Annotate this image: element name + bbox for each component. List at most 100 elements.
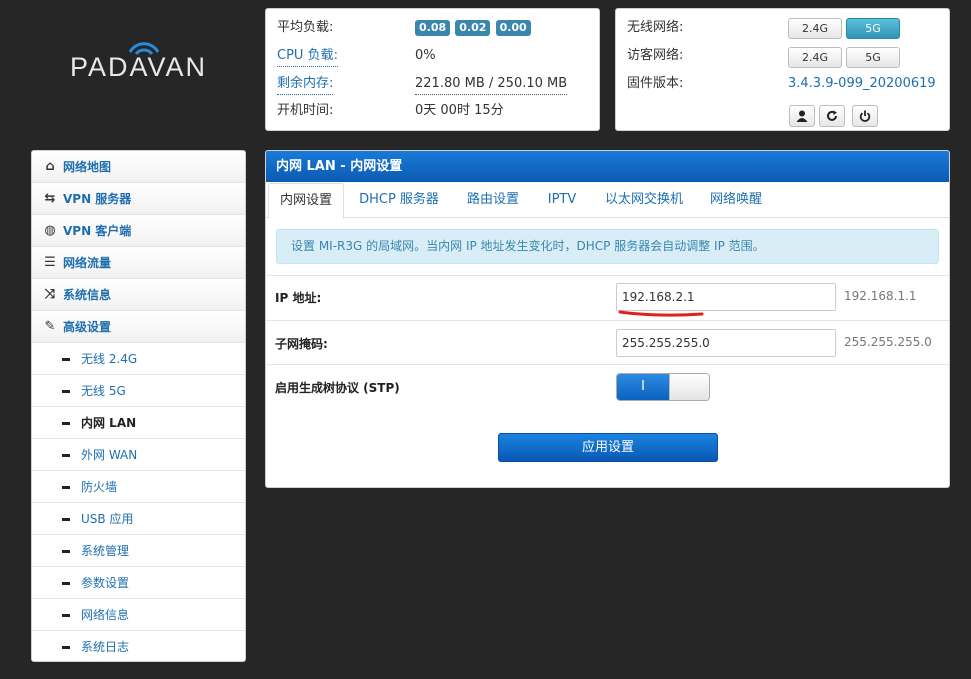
padavan-logo: PADAVAN	[68, 38, 218, 102]
cpu-row: CPU 负载: 0%	[277, 46, 597, 67]
reboot-button[interactable]	[819, 105, 845, 127]
sidebar-subitem-label: USB 应用	[81, 512, 134, 526]
ip-address-row: IP 地址: 192.168.1.1	[266, 275, 949, 320]
tab-iptv[interactable]: IPTV	[538, 183, 586, 218]
sidebar-subitem-wireless-5g[interactable]: 无线 5G	[32, 375, 245, 407]
sidebar-item-label: 高级设置	[63, 320, 112, 334]
dash-icon	[62, 358, 70, 361]
free-memory-value: 221.80 MB / 250.10 MB	[415, 74, 568, 95]
firmware-version-link[interactable]: 3.4.3.9-099_20200619	[788, 74, 936, 94]
guest-24g-button[interactable]: 2.4G	[788, 47, 842, 68]
sidebar-subitem-wireless-24g[interactable]: 无线 2.4G	[32, 343, 245, 375]
wifi-label: 无线网络:	[627, 20, 684, 35]
sidebar-subitem-lan[interactable]: 内网 LAN	[32, 407, 245, 439]
sidebar-item-advanced[interactable]: ✎ 高级设置	[32, 311, 245, 343]
tab-routing[interactable]: 路由设置	[460, 183, 526, 218]
firmware-label: 固件版本:	[627, 76, 684, 91]
user-icon	[796, 110, 808, 122]
dash-icon	[62, 454, 70, 457]
load-badge-1: 0.08	[415, 20, 451, 36]
tab-lan-settings[interactable]: 内网设置	[268, 183, 344, 219]
load-label: 平均负载:	[277, 20, 334, 35]
power-icon	[859, 110, 871, 122]
sidebar-subitem-label: 系统管理	[81, 544, 130, 558]
tab-ethernet-switch[interactable]: 以太网交换机	[598, 183, 690, 218]
stp-label: 启用生成树协议 (STP)	[275, 381, 400, 395]
cpu-load-link[interactable]: CPU 负载:	[277, 46, 338, 67]
ip-address-label: IP 地址:	[275, 291, 322, 305]
memory-row: 剩余内存: 221.80 MB / 250.10 MB	[277, 74, 597, 95]
sidebar-subitem-label: 参数设置	[81, 576, 130, 590]
sidebar-item-label: 网络流量	[63, 256, 112, 270]
uptime-value: 0天 00时 15分	[415, 103, 504, 118]
tab-wake-on-lan[interactable]: 网络唤醒	[702, 183, 770, 218]
sidebar-subitem-firewall[interactable]: 防火墙	[32, 471, 245, 503]
sidebar-subitem-parameters[interactable]: 参数设置	[32, 567, 245, 599]
sidebar-item-vpn-client[interactable]: ◍ VPN 客户端	[32, 215, 245, 247]
sidebar-subitem-label: 系统日志	[81, 640, 130, 654]
dash-icon	[62, 486, 70, 489]
sidebar-item-label: 系统信息	[63, 288, 112, 302]
wrench-icon: ✎	[44, 319, 56, 334]
uptime-label: 开机时间:	[277, 103, 334, 118]
stp-toggle-on: I	[617, 374, 669, 400]
sidebar-subitem-admin[interactable]: 系统管理	[32, 535, 245, 567]
sidebar-item-label: 网络地图	[63, 160, 112, 174]
sidebar-subitem-label: 防火墙	[81, 480, 118, 494]
wifi-5g-button[interactable]: 5G	[846, 18, 900, 39]
random-icon: ⤨	[44, 287, 56, 302]
stp-row: 启用生成树协议 (STP)	[266, 364, 949, 414]
dash-icon	[62, 422, 70, 425]
globe-icon: ◍	[44, 223, 56, 238]
home-icon: ⌂	[45, 159, 55, 174]
subnet-mask-row: 子网掩码: 255.255.255.0	[266, 320, 949, 364]
tab-dhcp-server[interactable]: DHCP 服务器	[352, 183, 446, 218]
load-values: 0.08 0.02 0.00	[415, 18, 532, 38]
ip-address-input[interactable]	[616, 283, 836, 311]
sidebar-item-label: VPN 服务器	[63, 192, 132, 206]
lan-settings-panel: 内网 LAN - 内网设置 内网设置 DHCP 服务器 路由设置 IPTV 以太…	[265, 150, 950, 488]
sidebar-item-vpn-server[interactable]: ⇆ VPN 服务器	[32, 183, 245, 215]
system-status-panel: 平均负载: 0.08 0.02 0.00 CPU 负载: 0% 剩余内存: 22…	[265, 8, 600, 131]
user-button[interactable]	[789, 105, 815, 127]
sidebar-subitem-wan[interactable]: 外网 WAN	[32, 439, 245, 471]
apply-button[interactable]: 应用设置	[498, 433, 718, 462]
load-badge-3: 0.00	[495, 20, 531, 36]
dash-icon	[62, 550, 70, 553]
refresh-icon	[827, 110, 837, 121]
red-underline-annotation	[618, 310, 704, 317]
cpu-load-value: 0%	[415, 48, 436, 63]
info-notice: 设置 MI-R3G 的局域网。当内网 IP 地址发生变化时，DHCP 服务器会自…	[276, 229, 939, 264]
subnet-mask-default: 255.255.255.0	[844, 335, 932, 349]
sidebar-subitem-label: 网络信息	[81, 608, 130, 622]
list-icon: ☰	[44, 255, 56, 270]
sidebar-item-system-info[interactable]: ⤨ 系统信息	[32, 279, 245, 311]
settings-tabs: 内网设置 DHCP 服务器 路由设置 IPTV 以太网交换机 网络唤醒	[266, 182, 949, 219]
dash-icon	[62, 390, 70, 393]
guest-label: 访客网络:	[627, 48, 684, 63]
uptime-row: 开机时间: 0天 00时 15分	[277, 101, 597, 121]
dash-icon	[62, 614, 70, 617]
retweet-icon: ⇆	[44, 191, 56, 206]
page-title: 内网 LAN - 内网设置	[266, 151, 949, 182]
subnet-mask-input[interactable]	[616, 329, 836, 357]
sidebar-menu: ⌂ 网络地图 ⇆ VPN 服务器 ◍ VPN 客户端 ☰ 网络流量 ⤨ 系统信息…	[31, 150, 246, 662]
wireless-status-panel: 无线网络: 2.4G 5G 访客网络: 2.4G 5G 固件版本: 3.4.3.…	[615, 8, 950, 131]
stp-toggle[interactable]: I	[616, 373, 710, 401]
dash-icon	[62, 582, 70, 585]
load-row: 平均负载: 0.08 0.02 0.00	[277, 18, 597, 38]
load-badge-2: 0.02	[455, 20, 491, 36]
sidebar-item-traffic[interactable]: ☰ 网络流量	[32, 247, 245, 279]
power-button[interactable]	[852, 105, 878, 127]
sidebar-subitem-system-log[interactable]: 系统日志	[32, 631, 245, 661]
logo-text: PADAVAN	[70, 52, 208, 82]
sidebar-item-network-map[interactable]: ⌂ 网络地图	[32, 151, 245, 183]
guest-5g-button[interactable]: 5G	[846, 47, 900, 68]
sidebar-subitem-usb[interactable]: USB 应用	[32, 503, 245, 535]
sidebar-subitem-label: 无线 2.4G	[81, 352, 138, 366]
sidebar-subitem-network-info[interactable]: 网络信息	[32, 599, 245, 631]
subnet-mask-label: 子网掩码:	[275, 337, 328, 351]
dash-icon	[62, 518, 70, 521]
free-memory-link[interactable]: 剩余内存:	[277, 74, 334, 95]
wifi-24g-button[interactable]: 2.4G	[788, 18, 842, 39]
